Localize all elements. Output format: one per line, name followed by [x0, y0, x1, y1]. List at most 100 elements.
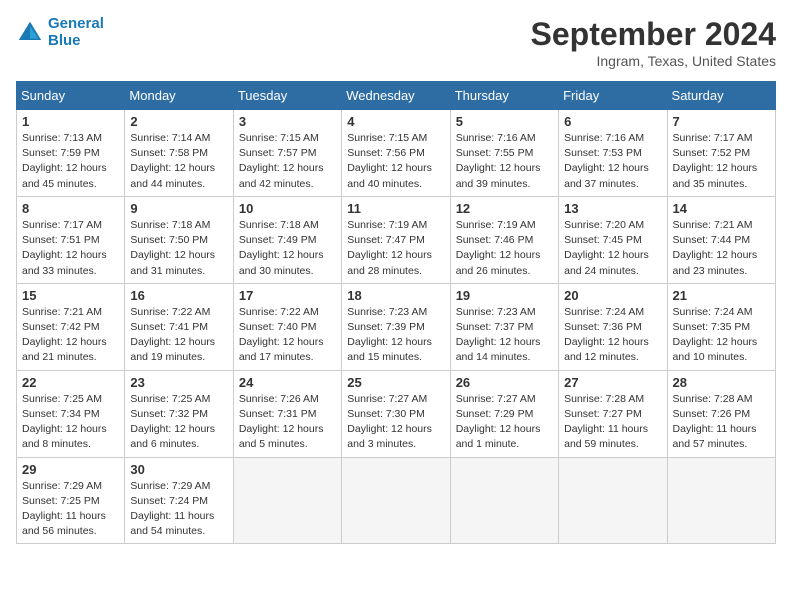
day-info: Sunrise: 7:29 AMSunset: 7:25 PMDaylight:…	[22, 479, 119, 540]
table-row: 24 Sunrise: 7:26 AMSunset: 7:31 PMDaylig…	[233, 370, 341, 457]
table-row: 18 Sunrise: 7:23 AMSunset: 7:39 PMDaylig…	[342, 283, 450, 370]
day-info: Sunrise: 7:16 AMSunset: 7:53 PMDaylight:…	[564, 131, 661, 192]
col-tuesday: Tuesday	[233, 82, 341, 110]
table-row: 3 Sunrise: 7:15 AMSunset: 7:57 PMDayligh…	[233, 110, 341, 197]
month-title: September 2024	[531, 16, 776, 53]
table-row	[667, 457, 775, 544]
table-row	[559, 457, 667, 544]
day-info: Sunrise: 7:17 AMSunset: 7:52 PMDaylight:…	[673, 131, 770, 192]
logo-icon	[16, 19, 44, 47]
week-row: 8 Sunrise: 7:17 AMSunset: 7:51 PMDayligh…	[17, 196, 776, 283]
day-info: Sunrise: 7:22 AMSunset: 7:41 PMDaylight:…	[130, 305, 227, 366]
day-number: 29	[22, 462, 119, 477]
day-number: 19	[456, 288, 553, 303]
table-row: 22 Sunrise: 7:25 AMSunset: 7:34 PMDaylig…	[17, 370, 125, 457]
day-info: Sunrise: 7:25 AMSunset: 7:34 PMDaylight:…	[22, 392, 119, 453]
location: Ingram, Texas, United States	[531, 53, 776, 69]
table-row: 25 Sunrise: 7:27 AMSunset: 7:30 PMDaylig…	[342, 370, 450, 457]
day-number: 17	[239, 288, 336, 303]
day-number: 2	[130, 114, 227, 129]
day-info: Sunrise: 7:21 AMSunset: 7:42 PMDaylight:…	[22, 305, 119, 366]
col-sunday: Sunday	[17, 82, 125, 110]
week-row: 1 Sunrise: 7:13 AMSunset: 7:59 PMDayligh…	[17, 110, 776, 197]
col-saturday: Saturday	[667, 82, 775, 110]
table-row: 30 Sunrise: 7:29 AMSunset: 7:24 PMDaylig…	[125, 457, 233, 544]
day-info: Sunrise: 7:18 AMSunset: 7:50 PMDaylight:…	[130, 218, 227, 279]
table-row: 5 Sunrise: 7:16 AMSunset: 7:55 PMDayligh…	[450, 110, 558, 197]
day-info: Sunrise: 7:15 AMSunset: 7:56 PMDaylight:…	[347, 131, 444, 192]
day-number: 22	[22, 375, 119, 390]
day-number: 5	[456, 114, 553, 129]
table-row: 21 Sunrise: 7:24 AMSunset: 7:35 PMDaylig…	[667, 283, 775, 370]
day-number: 10	[239, 201, 336, 216]
day-info: Sunrise: 7:19 AMSunset: 7:47 PMDaylight:…	[347, 218, 444, 279]
table-row: 26 Sunrise: 7:27 AMSunset: 7:29 PMDaylig…	[450, 370, 558, 457]
table-row: 23 Sunrise: 7:25 AMSunset: 7:32 PMDaylig…	[125, 370, 233, 457]
week-row: 15 Sunrise: 7:21 AMSunset: 7:42 PMDaylig…	[17, 283, 776, 370]
day-number: 6	[564, 114, 661, 129]
day-info: Sunrise: 7:27 AMSunset: 7:29 PMDaylight:…	[456, 392, 553, 453]
day-number: 24	[239, 375, 336, 390]
table-row	[450, 457, 558, 544]
table-row: 9 Sunrise: 7:18 AMSunset: 7:50 PMDayligh…	[125, 196, 233, 283]
day-number: 14	[673, 201, 770, 216]
table-row: 19 Sunrise: 7:23 AMSunset: 7:37 PMDaylig…	[450, 283, 558, 370]
day-number: 20	[564, 288, 661, 303]
day-number: 13	[564, 201, 661, 216]
day-info: Sunrise: 7:14 AMSunset: 7:58 PMDaylight:…	[130, 131, 227, 192]
week-row: 22 Sunrise: 7:25 AMSunset: 7:34 PMDaylig…	[17, 370, 776, 457]
table-row: 14 Sunrise: 7:21 AMSunset: 7:44 PMDaylig…	[667, 196, 775, 283]
table-row: 11 Sunrise: 7:19 AMSunset: 7:47 PMDaylig…	[342, 196, 450, 283]
day-number: 30	[130, 462, 227, 477]
table-row: 15 Sunrise: 7:21 AMSunset: 7:42 PMDaylig…	[17, 283, 125, 370]
day-info: Sunrise: 7:27 AMSunset: 7:30 PMDaylight:…	[347, 392, 444, 453]
day-info: Sunrise: 7:26 AMSunset: 7:31 PMDaylight:…	[239, 392, 336, 453]
day-info: Sunrise: 7:17 AMSunset: 7:51 PMDaylight:…	[22, 218, 119, 279]
table-row: 6 Sunrise: 7:16 AMSunset: 7:53 PMDayligh…	[559, 110, 667, 197]
week-row: 29 Sunrise: 7:29 AMSunset: 7:25 PMDaylig…	[17, 457, 776, 544]
day-info: Sunrise: 7:15 AMSunset: 7:57 PMDaylight:…	[239, 131, 336, 192]
day-info: Sunrise: 7:28 AMSunset: 7:26 PMDaylight:…	[673, 392, 770, 453]
day-info: Sunrise: 7:29 AMSunset: 7:24 PMDaylight:…	[130, 479, 227, 540]
table-row: 7 Sunrise: 7:17 AMSunset: 7:52 PMDayligh…	[667, 110, 775, 197]
day-number: 25	[347, 375, 444, 390]
table-row	[233, 457, 341, 544]
day-info: Sunrise: 7:24 AMSunset: 7:35 PMDaylight:…	[673, 305, 770, 366]
day-number: 1	[22, 114, 119, 129]
day-info: Sunrise: 7:23 AMSunset: 7:39 PMDaylight:…	[347, 305, 444, 366]
table-row: 16 Sunrise: 7:22 AMSunset: 7:41 PMDaylig…	[125, 283, 233, 370]
day-number: 12	[456, 201, 553, 216]
day-info: Sunrise: 7:21 AMSunset: 7:44 PMDaylight:…	[673, 218, 770, 279]
day-number: 8	[22, 201, 119, 216]
table-row: 27 Sunrise: 7:28 AMSunset: 7:27 PMDaylig…	[559, 370, 667, 457]
day-number: 7	[673, 114, 770, 129]
day-info: Sunrise: 7:20 AMSunset: 7:45 PMDaylight:…	[564, 218, 661, 279]
day-number: 3	[239, 114, 336, 129]
calendar: Sunday Monday Tuesday Wednesday Thursday…	[16, 81, 776, 544]
day-number: 28	[673, 375, 770, 390]
table-row: 17 Sunrise: 7:22 AMSunset: 7:40 PMDaylig…	[233, 283, 341, 370]
day-number: 16	[130, 288, 227, 303]
table-row: 1 Sunrise: 7:13 AMSunset: 7:59 PMDayligh…	[17, 110, 125, 197]
col-thursday: Thursday	[450, 82, 558, 110]
day-number: 26	[456, 375, 553, 390]
day-info: Sunrise: 7:23 AMSunset: 7:37 PMDaylight:…	[456, 305, 553, 366]
table-row	[342, 457, 450, 544]
title-section: September 2024 Ingram, Texas, United Sta…	[531, 16, 776, 69]
day-number: 18	[347, 288, 444, 303]
table-row: 10 Sunrise: 7:18 AMSunset: 7:49 PMDaylig…	[233, 196, 341, 283]
day-number: 15	[22, 288, 119, 303]
day-info: Sunrise: 7:19 AMSunset: 7:46 PMDaylight:…	[456, 218, 553, 279]
page-header: General Blue September 2024 Ingram, Texa…	[16, 16, 776, 69]
day-info: Sunrise: 7:28 AMSunset: 7:27 PMDaylight:…	[564, 392, 661, 453]
col-friday: Friday	[559, 82, 667, 110]
day-info: Sunrise: 7:22 AMSunset: 7:40 PMDaylight:…	[239, 305, 336, 366]
day-number: 23	[130, 375, 227, 390]
table-row: 20 Sunrise: 7:24 AMSunset: 7:36 PMDaylig…	[559, 283, 667, 370]
day-info: Sunrise: 7:16 AMSunset: 7:55 PMDaylight:…	[456, 131, 553, 192]
table-row: 13 Sunrise: 7:20 AMSunset: 7:45 PMDaylig…	[559, 196, 667, 283]
table-row: 4 Sunrise: 7:15 AMSunset: 7:56 PMDayligh…	[342, 110, 450, 197]
table-row: 12 Sunrise: 7:19 AMSunset: 7:46 PMDaylig…	[450, 196, 558, 283]
logo-text: General Blue	[48, 16, 104, 49]
day-number: 27	[564, 375, 661, 390]
